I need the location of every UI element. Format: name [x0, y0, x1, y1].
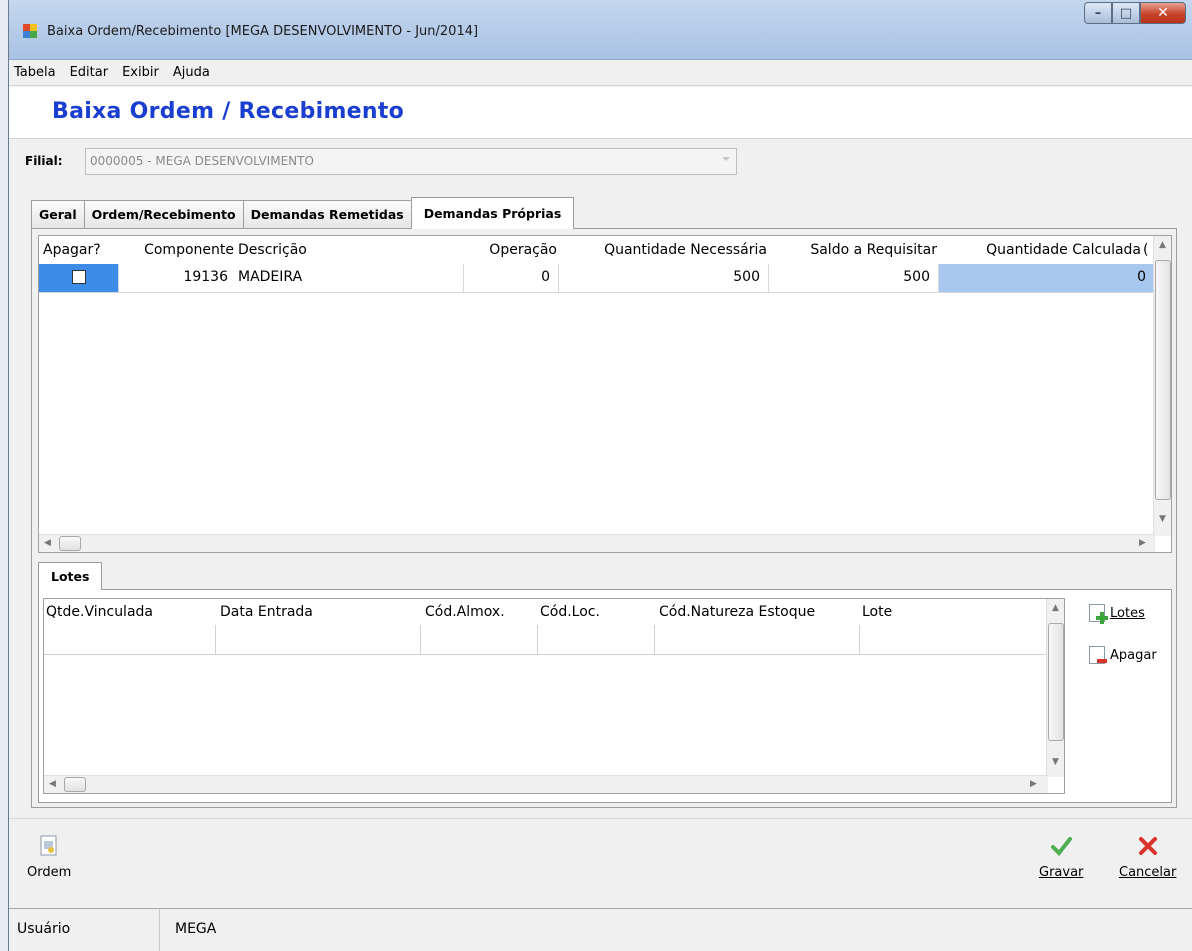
- add-lotes-label: Lotes: [1110, 605, 1145, 621]
- tab-strip: Geral Ordem/Recebimento Demandas Remetid…: [31, 197, 575, 229]
- tab-lotes[interactable]: Lotes: [38, 562, 103, 590]
- delete-lote-label: Apagar: [1110, 647, 1157, 663]
- status-bar: Usuário MEGA: [9, 908, 1192, 951]
- scroll-right-icon[interactable]: ▶: [1139, 538, 1146, 548]
- menu-ajuda[interactable]: Ajuda: [173, 65, 210, 80]
- lote-cell[interactable]: [44, 625, 216, 654]
- app-icon: [23, 24, 38, 38]
- col-lote[interactable]: Lote: [860, 599, 1030, 625]
- lote-cell[interactable]: [860, 625, 1030, 654]
- lotes-grid: Qtde.Vinculada Data Entrada Cód.Almox. C…: [43, 598, 1065, 794]
- title-bar: Baixa Ordem/Recebimento [MEGA DESENVOLVI…: [9, 0, 1192, 60]
- scroll-thumb[interactable]: [1155, 260, 1171, 500]
- filial-label: Filial:: [25, 154, 63, 168]
- chevron-down-icon: [722, 157, 730, 161]
- operacao-cell[interactable]: 0: [464, 264, 559, 293]
- lotes-horizontal-scrollbar[interactable]: ◀ ▶: [44, 775, 1048, 793]
- lote-cell[interactable]: [538, 625, 655, 654]
- lote-cell[interactable]: [655, 625, 860, 654]
- page-title: Baixa Ordem / Recebimento: [52, 99, 405, 124]
- menu-exibir[interactable]: Exibir: [122, 65, 159, 80]
- saldo-requisitar-cell[interactable]: 500: [769, 264, 939, 293]
- col-cod-almox[interactable]: Cód.Almox.: [421, 599, 538, 625]
- gravar-label: Gravar: [1039, 865, 1084, 880]
- close-button[interactable]: ✕: [1140, 2, 1186, 24]
- demandas-grid: Apagar? Componente Descrição Operação Qu…: [38, 235, 1172, 553]
- menu-editar[interactable]: Editar: [70, 65, 109, 80]
- status-user-label: Usuário: [17, 921, 71, 937]
- apagar-checkbox[interactable]: [71, 270, 86, 284]
- header-banner: Baixa Ordem / Recebimento: [9, 87, 1192, 139]
- delete-lote-icon: [1089, 646, 1107, 664]
- lote-cell[interactable]: [421, 625, 538, 654]
- grid-horizontal-scrollbar[interactable]: ◀ ▶: [39, 534, 1155, 552]
- lotes-panel: Qtde.Vinculada Data Entrada Cód.Almox. C…: [38, 589, 1172, 803]
- cancelar-button[interactable]: Cancelar: [1119, 835, 1176, 880]
- bottom-toolbar: Ordem Gravar Cancelar: [9, 818, 1192, 906]
- scroll-left-icon[interactable]: ◀: [44, 538, 51, 548]
- ordem-button[interactable]: Ordem: [27, 835, 71, 880]
- lote-cell[interactable]: [216, 625, 421, 654]
- minimize-button[interactable]: –: [1084, 2, 1112, 24]
- col-descricao[interactable]: Descrição: [236, 236, 464, 264]
- scroll-down-icon[interactable]: ▼: [1052, 757, 1059, 767]
- col-saldo-requisitar[interactable]: Saldo a Requisitar: [769, 236, 939, 264]
- menu-bar: Tabela Editar Exibir Ajuda: [9, 60, 1192, 86]
- filial-value: 0000005 - MEGA DESENVOLVIMENTO: [90, 154, 314, 168]
- add-lote-icon: [1089, 604, 1108, 624]
- col-operacao[interactable]: Operação: [464, 236, 559, 264]
- componente-cell[interactable]: 19136: [119, 264, 236, 293]
- scroll-left-icon[interactable]: ◀: [49, 779, 56, 789]
- scroll-right-icon[interactable]: ▶: [1030, 779, 1037, 789]
- status-user-value: MEGA: [175, 921, 217, 937]
- tab-demandas-proprias[interactable]: Demandas Próprias: [410, 197, 575, 229]
- col-quantidade-calculada[interactable]: Quantidade Calculada: [939, 236, 1143, 264]
- col-cod-natureza-estoque[interactable]: Cód.Natureza Estoque: [655, 599, 860, 625]
- grid-header: Apagar? Componente Descrição Operação Qu…: [39, 236, 1155, 264]
- x-icon: [1138, 837, 1157, 855]
- ordem-label: Ordem: [27, 865, 72, 880]
- filial-select[interactable]: 0000005 - MEGA DESENVOLVIMENTO: [85, 148, 737, 175]
- tab-panel: Apagar? Componente Descrição Operação Qu…: [31, 228, 1177, 808]
- tab-demandas-remetidas[interactable]: Demandas Remetidas: [242, 200, 412, 228]
- delete-lote-button[interactable]: Apagar: [1089, 646, 1157, 664]
- check-icon: [1051, 837, 1073, 857]
- gravar-button[interactable]: Gravar: [1039, 835, 1083, 880]
- table-row[interactable]: 19136 MADEIRA 0 500 500 0: [39, 264, 1155, 293]
- col-qtde-vinculada[interactable]: Qtde.Vinculada: [44, 599, 216, 625]
- add-lotes-button[interactable]: Lotes: [1089, 604, 1145, 624]
- scroll-thumb[interactable]: [59, 536, 81, 551]
- menu-tabela[interactable]: Tabela: [14, 65, 56, 80]
- col-data-entrada[interactable]: Data Entrada: [216, 599, 421, 625]
- quantidade-calculada-cell[interactable]: 0: [939, 264, 1155, 293]
- document-icon: [40, 835, 57, 856]
- col-cod-loc[interactable]: Cód.Loc.: [538, 599, 655, 625]
- scroll-up-icon[interactable]: ▲: [1052, 603, 1059, 613]
- tab-ordem-recebimento[interactable]: Ordem/Recebimento: [83, 200, 244, 228]
- scroll-thumb[interactable]: [1048, 623, 1064, 741]
- quantidade-necessaria-cell[interactable]: 500: [559, 264, 769, 293]
- lotes-vertical-scrollbar[interactable]: ▲ ▼: [1046, 599, 1064, 777]
- descricao-cell[interactable]: MADEIRA: [236, 264, 464, 293]
- status-separator: [159, 909, 160, 951]
- apagar-cell[interactable]: [39, 264, 119, 293]
- scroll-thumb[interactable]: [64, 777, 86, 792]
- main-window: Baixa Ordem/Recebimento [MEGA DESENVOLVI…: [8, 0, 1192, 951]
- col-componente[interactable]: Componente: [119, 236, 236, 264]
- col-apagar[interactable]: Apagar?: [39, 236, 119, 264]
- lotes-empty-row[interactable]: [44, 625, 1048, 655]
- col-quantidade-necessaria[interactable]: Quantidade Necessária: [559, 236, 769, 264]
- tab-geral[interactable]: Geral: [31, 200, 85, 228]
- lotes-grid-header: Qtde.Vinculada Data Entrada Cód.Almox. C…: [44, 599, 1048, 625]
- window-title: Baixa Ordem/Recebimento [MEGA DESENVOLVI…: [47, 24, 479, 39]
- maximize-button[interactable]: □: [1112, 2, 1140, 24]
- scroll-down-icon[interactable]: ▼: [1159, 514, 1166, 524]
- grid-vertical-scrollbar[interactable]: ▲ ▼: [1153, 236, 1171, 536]
- scroll-up-icon[interactable]: ▲: [1159, 240, 1166, 250]
- cancelar-label: Cancelar: [1119, 865, 1177, 880]
